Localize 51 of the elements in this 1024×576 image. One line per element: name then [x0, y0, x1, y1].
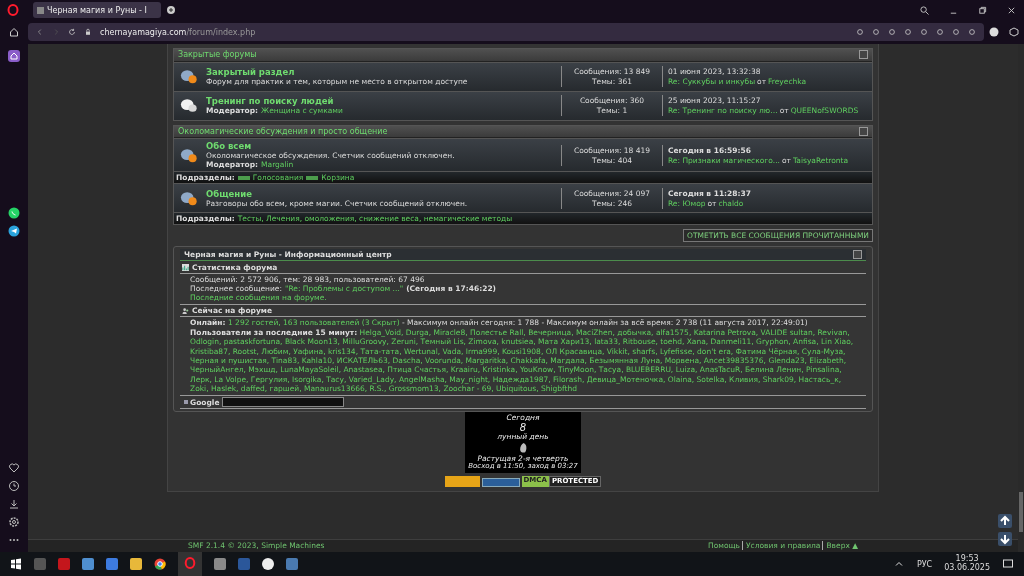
download-icon[interactable] — [8, 498, 20, 510]
opera-logo-icon[interactable] — [7, 4, 19, 16]
google-icon — [184, 400, 188, 405]
category-title[interactable]: Закрытые форумы — [178, 50, 257, 60]
favicon-icon — [37, 6, 44, 14]
users-icon — [182, 307, 189, 315]
board-link[interactable]: Общение — [206, 188, 561, 199]
board-link[interactable]: Тренинг по поиску людей — [206, 96, 561, 107]
profile-icon[interactable] — [989, 27, 999, 37]
app-icon[interactable] — [262, 558, 274, 570]
home-icon[interactable] — [9, 27, 19, 37]
pdf-app-icon[interactable] — [58, 558, 70, 570]
moon-day-number: 8 — [519, 422, 527, 433]
lock-icon — [84, 28, 92, 36]
tab-title: Черная магия и Руны - І — [47, 5, 147, 15]
counter-badge[interactable] — [481, 477, 520, 487]
collapse-icon[interactable] — [859, 50, 868, 60]
chrome-icon[interactable] — [154, 558, 166, 570]
telegram-icon[interactable] — [8, 225, 20, 238]
board-link[interactable]: Обо всем — [206, 141, 561, 152]
moon-icon — [518, 441, 528, 454]
scroll-up-icon[interactable] — [998, 514, 1012, 528]
search-field[interactable] — [221, 397, 344, 408]
whatsapp-icon[interactable] — [8, 207, 20, 220]
close-icon[interactable] — [1007, 5, 1016, 15]
folder-icon[interactable] — [130, 558, 142, 570]
collapse-icon[interactable] — [853, 250, 862, 260]
heart-icon[interactable] — [8, 462, 20, 474]
settings-icon[interactable] — [8, 516, 20, 528]
counter-badge[interactable] — [444, 475, 480, 487]
clock-date[interactable]: 03.06.2025 — [944, 564, 990, 573]
opera-icon[interactable] — [184, 556, 196, 569]
browser-tab[interactable]: Черная магия и Руны - І — [33, 2, 161, 18]
language-indicator[interactable]: РУС — [916, 559, 933, 569]
search-icon[interactable] — [920, 5, 929, 15]
new-tab-icon[interactable] — [167, 6, 175, 14]
collapse-icon[interactable] — [859, 126, 868, 136]
clock-time[interactable]: 19:53 — [955, 555, 979, 564]
restore-icon[interactable] — [978, 5, 987, 15]
clock-icon[interactable] — [8, 480, 20, 492]
url-text: chernayamagiya.com/forum/index.php — [100, 27, 256, 37]
notification-icon[interactable] — [1002, 558, 1014, 570]
reload-icon[interactable] — [68, 28, 76, 36]
address-bar[interactable]: chernayamagiya.com/forum/index.php — [28, 23, 984, 41]
chart-icon — [182, 264, 189, 272]
windows-start-icon[interactable] — [10, 558, 22, 570]
board-link[interactable]: Закрытый раздел — [206, 67, 561, 78]
home-icon[interactable] — [8, 50, 20, 62]
scroll-down-icon[interactable] — [998, 532, 1012, 546]
calculator-icon[interactable] — [286, 558, 298, 570]
extensions-icon[interactable] — [1009, 27, 1019, 37]
